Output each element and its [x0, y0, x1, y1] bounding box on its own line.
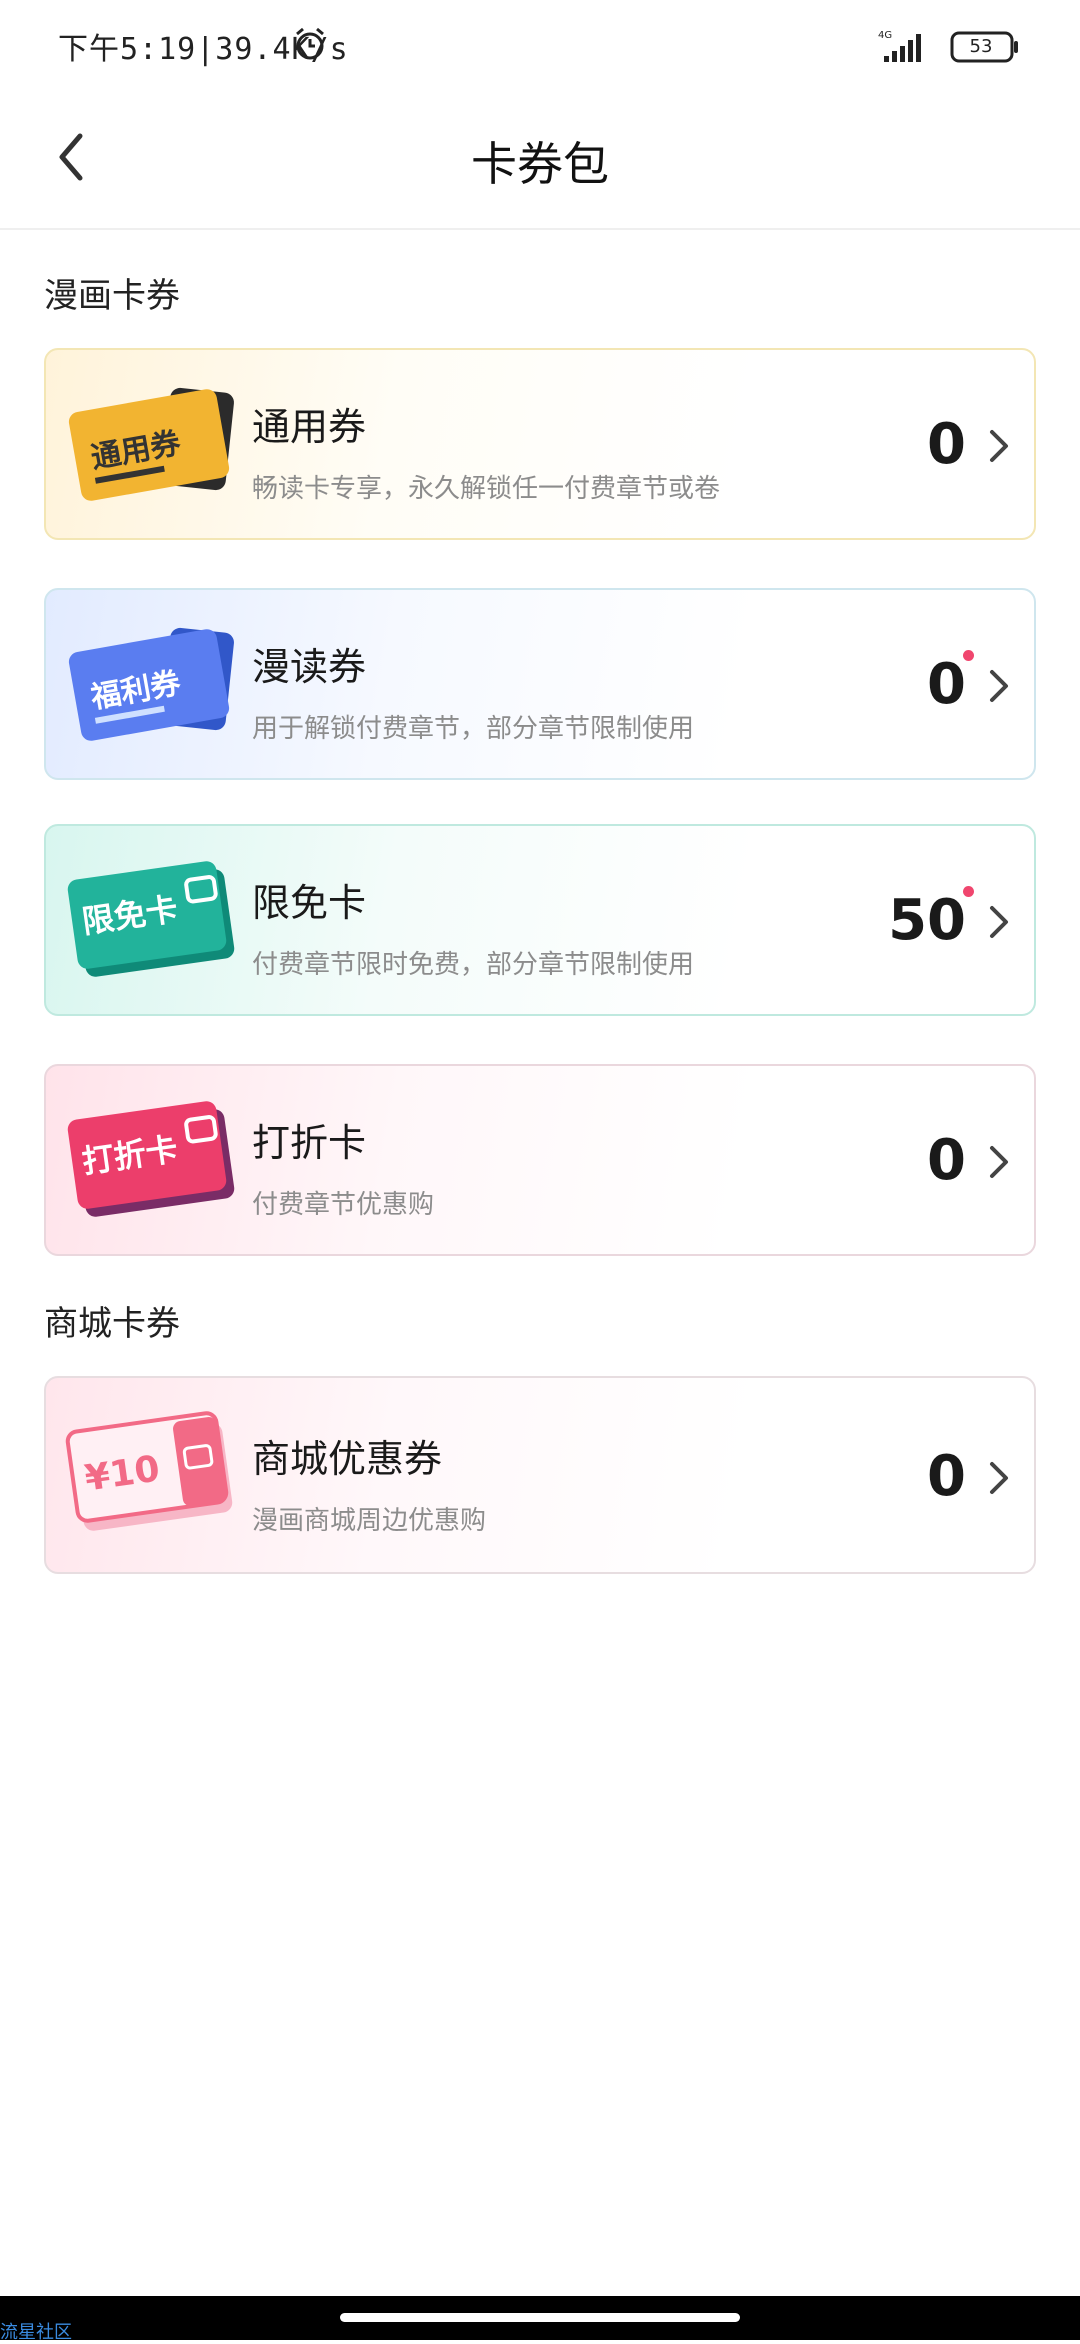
network-type-label: 4G — [878, 30, 892, 41]
general-voucher-art-icon: 通用券 — [68, 387, 234, 501]
home-indicator[interactable] — [340, 2313, 740, 2322]
reading-voucher-art-icon: 福利券 — [68, 627, 234, 741]
voucher-name: 通用券 — [252, 405, 367, 449]
voucher-count: 0 — [927, 652, 966, 717]
voucher-count: 0 — [927, 1444, 966, 1509]
voucher-description: 付费章节优惠购 — [252, 1190, 435, 1220]
battery-level: 53 — [969, 36, 993, 57]
voucher-card-general[interactable]: 通用券 通用券 畅读卡专享，永久解锁任一付费章节或卷 0 — [44, 348, 1036, 540]
voucher-name: 漫读券 — [252, 645, 367, 689]
free-pass-art-icon: 限免卡 — [67, 861, 235, 977]
chevron-right-icon — [990, 1462, 1008, 1494]
voucher-name: 限免卡 — [252, 881, 367, 925]
voucher-card-discount[interactable]: 打折卡 打折卡 付费章节优惠购 0 — [44, 1064, 1036, 1256]
new-indicator-dot — [963, 650, 974, 661]
page-title: 卡券包 — [471, 137, 609, 191]
voucher-name: 打折卡 — [252, 1121, 367, 1165]
chevron-right-icon — [990, 906, 1008, 938]
voucher-description: 畅读卡专享，永久解锁任一付费章节或卷 — [252, 474, 721, 504]
status-bar: 下午5:19|39.4K/s 4G 53 — [0, 0, 1080, 92]
watermark: 流星社区 — [0, 2322, 72, 2343]
mall-coupon-art-icon: ¥10 — [65, 1411, 233, 1531]
chevron-right-icon — [990, 430, 1008, 462]
header: 卡券包 — [0, 92, 1080, 230]
voucher-name: 商城优惠券 — [252, 1437, 443, 1481]
voucher-count: 50 — [888, 888, 966, 953]
voucher-description: 漫画商城周边优惠购 — [252, 1506, 487, 1536]
voucher-count: 0 — [927, 412, 966, 477]
new-indicator-dot — [963, 886, 974, 897]
section-title-comic: 漫画卡券 — [44, 276, 180, 316]
chevron-right-icon — [990, 1146, 1008, 1178]
discount-card-art-icon: 打折卡 — [67, 1101, 235, 1217]
chevron-right-icon — [990, 670, 1008, 702]
signal-icon: 4G — [878, 30, 921, 62]
alarm-icon — [296, 27, 324, 60]
voucher-description: 用于解锁付费章节，部分章节限制使用 — [252, 714, 695, 744]
voucher-card-mall-coupon[interactable]: ¥10 商城优惠券 漫画商城周边优惠购 0 — [44, 1376, 1036, 1574]
voucher-card-reading[interactable]: 福利券 漫读券 用于解锁付费章节，部分章节限制使用 0 — [44, 588, 1036, 780]
voucher-count: 0 — [927, 1128, 966, 1193]
section-title-mall: 商城卡券 — [44, 1304, 180, 1344]
voucher-description: 付费章节限时免费，部分章节限制使用 — [252, 950, 695, 980]
battery-icon: 53 — [950, 31, 1020, 63]
voucher-card-free-pass[interactable]: 限免卡 限免卡 付费章节限时免费，部分章节限制使用 50 — [44, 824, 1036, 1016]
